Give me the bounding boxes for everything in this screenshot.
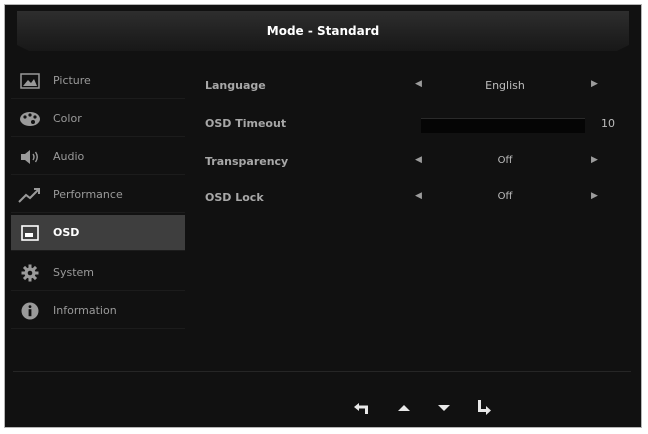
sidebar-item-label: Picture: [53, 74, 91, 87]
sidebar-item-color[interactable]: Color: [11, 101, 185, 137]
enter-arrow-icon[interactable]: [473, 397, 495, 419]
performance-chart-icon: [17, 184, 43, 206]
language-value: English: [485, 79, 525, 92]
sidebar-item-audio[interactable]: Audio: [11, 139, 185, 175]
osd-menu: Mode - Standard Picture Color Audio Perf…: [4, 4, 642, 428]
sidebar-item-picture[interactable]: Picture: [11, 63, 185, 99]
divider: [13, 371, 631, 372]
speaker-icon: [17, 146, 43, 168]
setting-row-osd-lock[interactable]: OSD Lock ◀ Off ▶: [205, 187, 625, 211]
left-arrow-icon[interactable]: ◀: [415, 79, 422, 89]
language-label: Language: [205, 79, 266, 92]
osd-timeout-value: 10: [601, 117, 615, 130]
right-arrow-icon[interactable]: ▶: [591, 155, 598, 165]
osd-timeout-label: OSD Timeout: [205, 117, 287, 130]
color-palette-icon: [17, 108, 43, 130]
setting-row-transparency[interactable]: Transparency ◀ Off ▶: [205, 151, 625, 175]
transparency-value: Off: [497, 155, 513, 166]
navigation-bar: [345, 397, 505, 423]
sidebar-item-label: Audio: [53, 150, 85, 163]
sidebar-item-label: OSD: [53, 226, 80, 239]
sidebar-item-label: Information: [53, 304, 117, 317]
sidebar: Picture Color Audio Performance OSD Syst…: [11, 63, 185, 331]
title-bar: Mode - Standard: [17, 11, 629, 51]
osd-lock-label: OSD Lock: [205, 191, 264, 204]
info-icon: [17, 300, 43, 322]
left-arrow-icon[interactable]: ◀: [415, 191, 422, 201]
back-arrow-icon[interactable]: [351, 397, 373, 419]
sidebar-item-label: System: [53, 266, 95, 279]
left-arrow-icon[interactable]: ◀: [415, 155, 422, 165]
osd-window-icon: [17, 222, 43, 244]
mode-title: Mode - Standard: [266, 24, 380, 38]
gear-icon: [17, 262, 43, 284]
osd-lock-value: Off: [497, 191, 513, 202]
sidebar-item-information[interactable]: Information: [11, 293, 185, 329]
down-arrow-icon[interactable]: [433, 397, 455, 419]
sidebar-item-system[interactable]: System: [11, 255, 185, 291]
transparency-label: Transparency: [205, 155, 289, 168]
sidebar-item-label: Color: [53, 112, 82, 125]
right-arrow-icon[interactable]: ▶: [591, 79, 598, 89]
right-arrow-icon[interactable]: ▶: [591, 191, 598, 201]
setting-row-language[interactable]: Language ◀ English ▶: [205, 75, 625, 99]
picture-icon: [17, 70, 43, 92]
sidebar-item-osd[interactable]: OSD: [11, 215, 185, 251]
sidebar-item-label: Performance: [53, 188, 123, 201]
up-arrow-icon[interactable]: [393, 397, 415, 419]
osd-timeout-slider[interactable]: [421, 118, 585, 133]
sidebar-item-performance[interactable]: Performance: [11, 177, 185, 213]
